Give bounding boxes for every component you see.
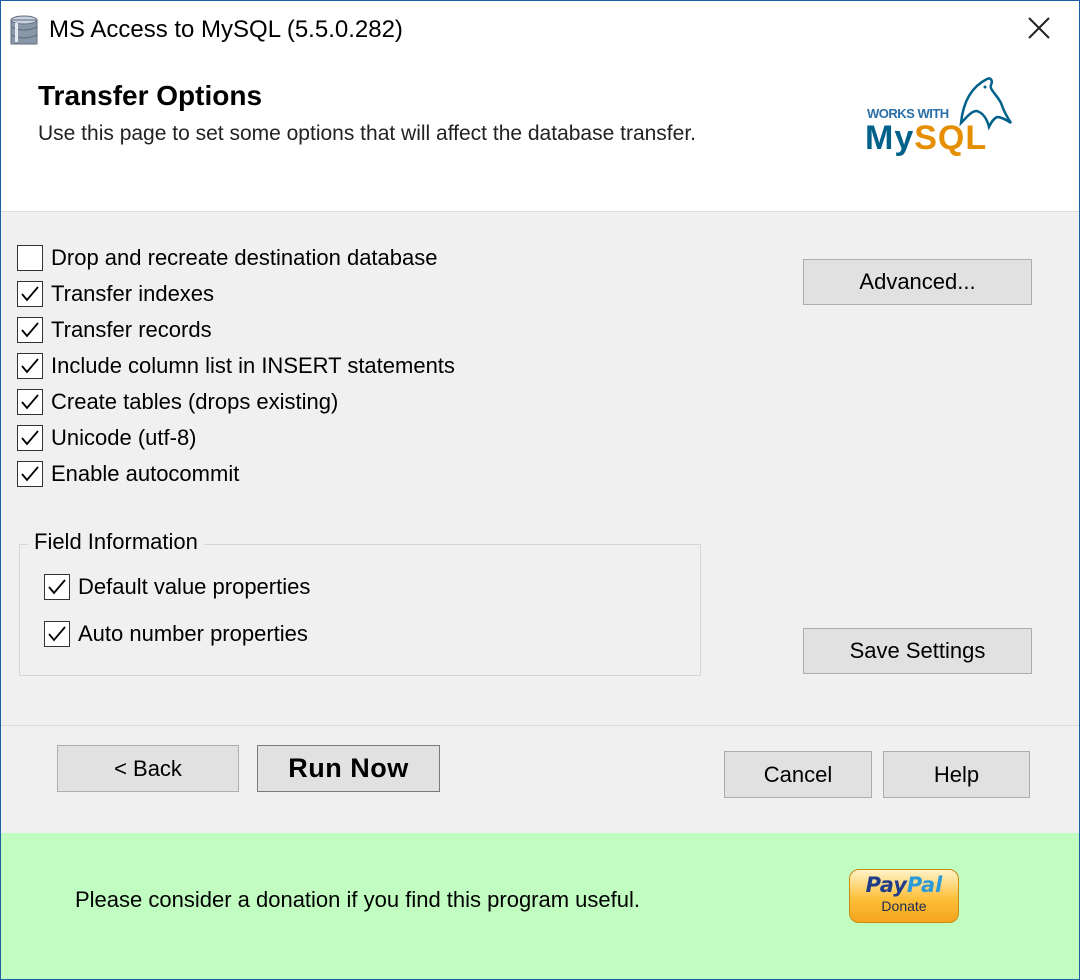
checkbox[interactable] xyxy=(17,425,43,451)
paypal-donate-label: Donate xyxy=(881,898,927,914)
paypal-donate-button[interactable]: PayPal Donate xyxy=(849,869,959,923)
donation-bar: Please consider a donation if you find t… xyxy=(1,833,1079,979)
option-label: Transfer indexes xyxy=(51,281,215,306)
advanced-button[interactable]: Advanced... xyxy=(803,259,1032,305)
option-transfer-indexes[interactable]: Transfer indexes xyxy=(17,279,214,309)
page-title: Transfer Options xyxy=(38,80,263,111)
back-button[interactable]: < Back xyxy=(57,745,239,792)
checkbox[interactable] xyxy=(17,353,43,379)
checkmark-icon xyxy=(48,579,66,595)
option-default-value-properties[interactable]: Default value properties xyxy=(44,572,310,602)
option-label: Transfer records xyxy=(51,317,212,342)
checkbox[interactable] xyxy=(17,389,43,415)
page-header: Transfer Options Use this page to set so… xyxy=(1,63,1079,212)
checkmark-icon xyxy=(21,286,39,302)
checkbox[interactable] xyxy=(44,621,70,647)
option-label: Unicode (utf-8) xyxy=(51,425,197,450)
separator xyxy=(1,725,1079,726)
option-label: Auto number properties xyxy=(78,621,308,646)
checkmark-icon xyxy=(48,626,66,642)
field-information-group xyxy=(19,544,701,676)
checkmark-icon xyxy=(21,358,39,374)
database-icon xyxy=(9,14,41,48)
checkmark-icon xyxy=(21,394,39,410)
title-bar[interactable]: MS Access to MySQL (5.5.0.282) xyxy=(1,1,1079,63)
checkbox[interactable] xyxy=(17,461,43,487)
paypal-logo: PayPal xyxy=(865,873,943,897)
help-button[interactable]: Help xyxy=(883,751,1030,798)
option-label: Drop and recreate destination database xyxy=(51,245,438,270)
option-create-tables[interactable]: Create tables (drops existing) xyxy=(17,387,338,417)
close-icon xyxy=(1028,16,1050,44)
checkbox[interactable] xyxy=(17,317,43,343)
works-with-mysql-logo: WORKS WITH MySQL xyxy=(859,73,1019,163)
checkmark-icon xyxy=(21,466,39,482)
field-information-title: Field Information xyxy=(28,529,204,555)
checkbox[interactable] xyxy=(17,281,43,307)
option-include-column-list[interactable]: Include column list in INSERT statements xyxy=(17,351,455,381)
option-enable-autocommit[interactable]: Enable autocommit xyxy=(17,459,239,489)
option-unicode[interactable]: Unicode (utf-8) xyxy=(17,423,197,453)
option-auto-number-properties[interactable]: Auto number properties xyxy=(44,619,308,649)
cancel-button[interactable]: Cancel xyxy=(724,751,872,798)
checkbox[interactable] xyxy=(44,574,70,600)
window-title: MS Access to MySQL (5.5.0.282) xyxy=(49,16,403,43)
mysql-dolphin-icon xyxy=(955,73,1015,140)
donation-message: Please consider a donation if you find t… xyxy=(75,887,640,912)
option-label: Create tables (drops existing) xyxy=(51,389,339,414)
dialog-window: MS Access to MySQL (5.5.0.282) Transfer … xyxy=(0,0,1080,980)
checkmark-icon xyxy=(21,322,39,338)
checkbox[interactable] xyxy=(17,245,43,271)
page-subtitle: Use this page to set some options that w… xyxy=(38,122,696,145)
option-label: Enable autocommit xyxy=(51,461,240,486)
checkmark-icon xyxy=(21,430,39,446)
option-drop-recreate-db[interactable]: Drop and recreate destination database xyxy=(17,243,437,273)
option-transfer-records[interactable]: Transfer records xyxy=(17,315,212,345)
close-button[interactable] xyxy=(1013,9,1065,51)
run-now-button[interactable]: Run Now xyxy=(257,745,440,792)
save-settings-button[interactable]: Save Settings xyxy=(803,628,1032,674)
option-label: Include column list in INSERT statements xyxy=(51,353,455,378)
option-label: Default value properties xyxy=(78,574,311,599)
